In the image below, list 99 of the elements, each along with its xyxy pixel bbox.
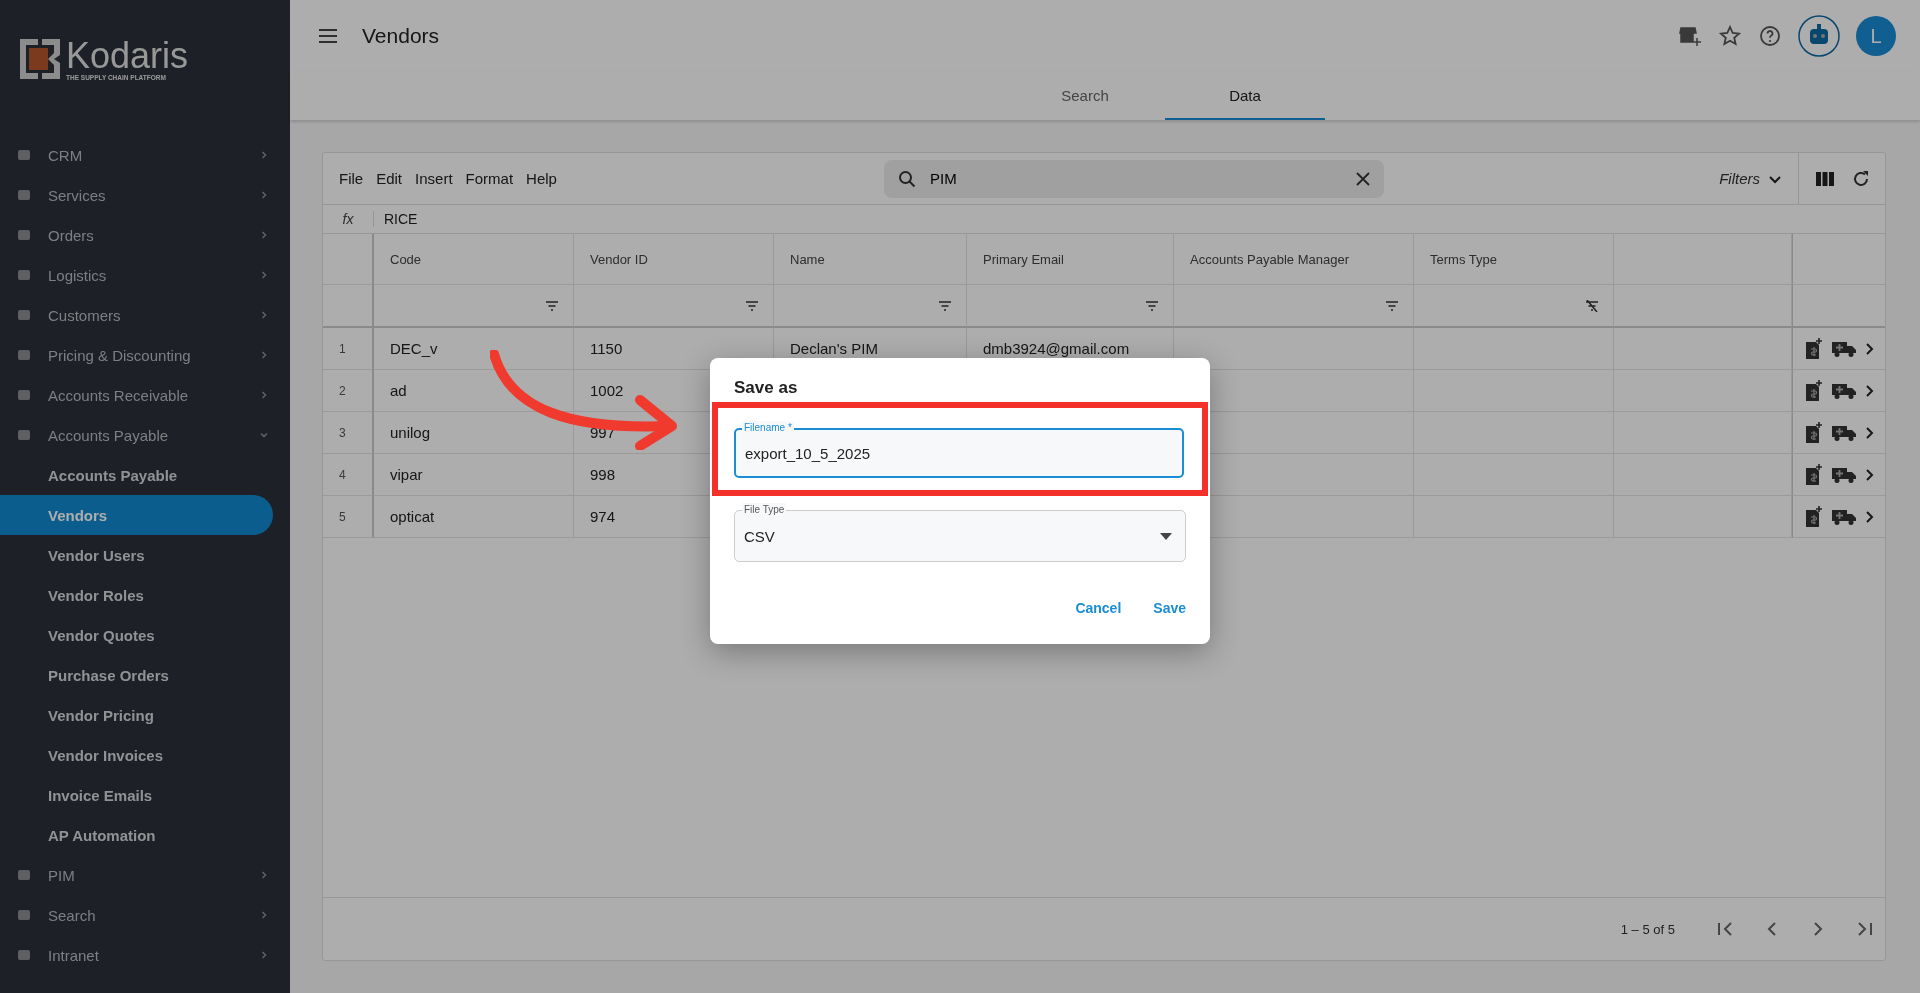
section-icon [16,147,32,163]
nav-item[interactable]: Accounts Receivable [0,375,290,415]
search-icon [898,169,916,188]
pagination-range: 1 – 5 of 5 [1620,921,1675,937]
nav-subitem[interactable]: AP Automation [0,815,273,855]
truck-plus-icon[interactable] [1831,465,1857,484]
nav-subitem[interactable]: Vendors [0,495,273,535]
page-title: Vendors [362,24,441,48]
filters-button[interactable]: Filters [1719,170,1782,187]
menu-item[interactable]: Edit [376,170,403,187]
row-number: 4 [323,454,374,496]
menu-item[interactable]: File [339,170,364,187]
formula-value[interactable]: RICE [374,211,418,227]
nav-subitem[interactable]: Vendor Invoices [0,735,273,775]
column-header[interactable]: Name [774,234,967,284]
filter-icon[interactable] [1145,300,1159,311]
invoice-add-icon[interactable] [1805,463,1823,486]
filter-icon[interactable] [938,300,952,311]
table-cell: ad [374,370,574,412]
formula-label: fx [323,211,374,227]
nav-item[interactable]: Search [0,895,290,935]
chevron-right-icon[interactable] [1865,425,1875,440]
table-cell: vipar [374,454,574,496]
nav-item[interactable]: CRM [0,135,290,175]
nav-item[interactable]: Logistics [0,255,290,295]
nav-subitem[interactable]: Vendor Quotes [0,615,273,655]
section-icon [16,387,32,403]
column-header[interactable]: Vendor ID [574,234,774,284]
nav-item[interactable]: PIM [0,855,290,895]
invoice-add-icon[interactable] [1805,505,1823,528]
first-page-icon[interactable] [1717,922,1735,936]
nav-item[interactable]: Customers [0,295,290,335]
nav-subitem[interactable]: Accounts Payable [0,455,273,495]
section-icon [16,227,32,243]
row-number: 3 [323,412,374,454]
chevron-right-icon[interactable] [1865,467,1875,482]
section-icon [16,907,32,923]
filter-icon[interactable] [545,300,559,311]
clear-icon[interactable] [1356,171,1370,186]
section-icon [16,187,32,203]
nav-item[interactable]: Intranet [0,935,290,975]
chevron-right-icon[interactable] [1865,341,1875,356]
nav-item[interactable]: Services [0,175,290,215]
refresh-icon[interactable] [1851,168,1871,189]
menu-icon[interactable] [318,28,338,44]
dialog-button[interactable]: Save [1145,596,1194,620]
columns-icon[interactable] [1815,170,1835,187]
nav-subitem[interactable]: Invoice Emails [0,775,273,815]
dialog-button[interactable]: Cancel [1067,596,1130,620]
table-cell: DEC_v [374,328,574,370]
column-header[interactable]: Primary Email [967,234,1174,284]
nav-subitem[interactable]: Vendor Pricing [0,695,273,735]
star-icon[interactable] [1718,24,1742,48]
section-icon [16,347,32,363]
truck-plus-icon[interactable] [1831,381,1857,400]
help-icon[interactable] [1758,24,1782,48]
row-number: 5 [323,496,374,538]
nav-subitem[interactable]: Vendor Roles [0,575,273,615]
column-header[interactable]: Code [374,234,574,284]
nav-item[interactable]: Accounts Payable [0,415,290,455]
logo-icon [18,37,62,81]
truck-plus-icon[interactable] [1831,507,1857,526]
logo-name: Kodaris [66,37,189,74]
column-header[interactable]: Terms Type [1414,234,1614,284]
tab[interactable]: Search [1005,72,1165,120]
nav-item[interactable]: Orders [0,215,290,255]
invoice-add-icon[interactable] [1805,379,1823,402]
truck-plus-icon[interactable] [1831,339,1857,358]
filter-icon[interactable] [1385,300,1399,311]
table-cell: unilog [374,412,574,454]
section-icon [16,307,32,323]
invoice-add-icon[interactable] [1805,337,1823,360]
nav-item[interactable]: Pricing & Discounting [0,335,290,375]
truck-plus-icon[interactable] [1831,423,1857,442]
invoice-add-icon[interactable] [1805,421,1823,444]
tab[interactable]: Data [1165,72,1325,120]
search-field[interactable]: PIM [884,159,1384,198]
table-cell: opticat [374,496,574,538]
user-avatar[interactable]: L [1856,16,1896,56]
filter-off-icon[interactable] [1585,299,1599,312]
row-number: 1 [323,328,374,370]
store-add-icon[interactable] [1678,24,1702,48]
section-icon [16,947,32,963]
column-header[interactable]: Accounts Payable Manager [1174,234,1414,284]
chevron-right-icon[interactable] [1865,383,1875,398]
nav-subitem[interactable]: Vendor Users [0,535,273,575]
filter-icon[interactable] [745,300,759,311]
menu-item[interactable]: Format [465,170,514,187]
last-page-icon[interactable] [1855,922,1873,936]
robot-icon[interactable] [1798,15,1840,57]
section-icon [16,867,32,883]
row-number: 2 [323,370,374,412]
menu-item[interactable]: Insert [415,170,453,187]
section-icon [16,267,32,283]
section-icon [16,427,32,443]
dropdown-caret-icon [1160,532,1172,540]
chevron-right-icon[interactable] [1865,509,1875,524]
menu-item[interactable]: Help [526,170,557,187]
nav-subitem[interactable]: Purchase Orders [0,655,273,695]
